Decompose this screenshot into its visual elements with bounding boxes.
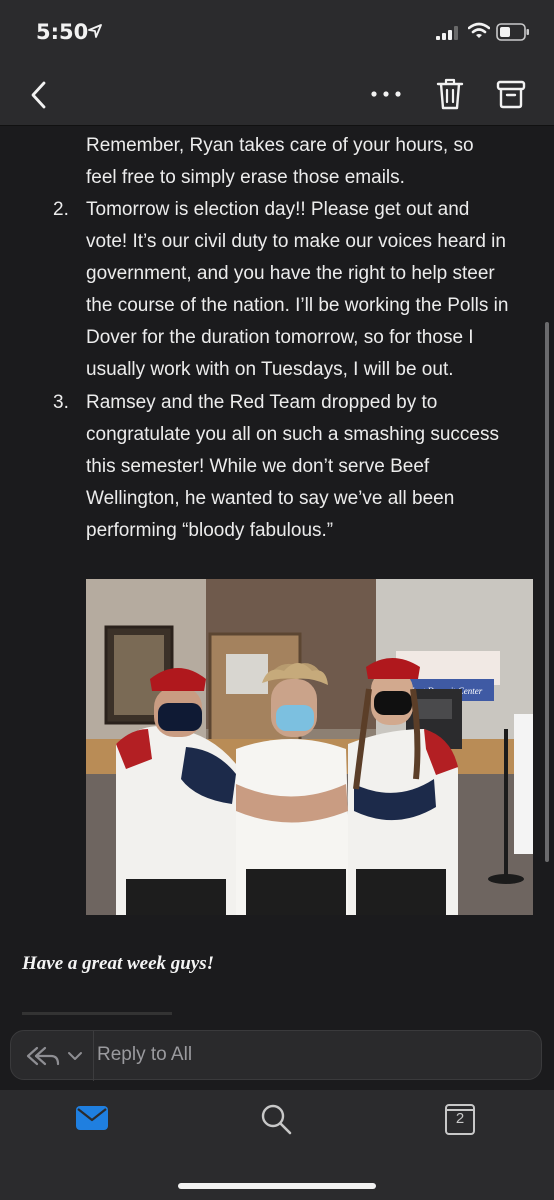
cellular-signal-icon: [436, 26, 458, 40]
list-item-3: Ramsey and the Red Team dropped by to co…: [86, 387, 536, 547]
body-line: usually work with on Tuesdays, I will be…: [86, 359, 454, 380]
ellipsis-icon[interactable]: [368, 84, 404, 104]
body-line: the course of the nation. I’ll be workin…: [86, 295, 509, 316]
list-number: 3.: [53, 392, 69, 413]
body-line: Remember, Ryan takes care of your hours,…: [86, 135, 474, 156]
body-line: Tomorrow is election day!! Please get ou…: [86, 199, 470, 220]
chevron-down-icon[interactable]: [67, 1051, 83, 1061]
list-number: 2.: [53, 199, 69, 220]
search-icon[interactable]: [259, 1102, 293, 1136]
calendar-day: 2: [455, 1110, 465, 1127]
body-line: vote! It’s our civil duty to make our vo…: [86, 231, 506, 252]
email-photo[interactable]: Wildcat Deposit Center: [86, 579, 533, 915]
email-toolbar: [0, 62, 554, 126]
chevron-left-icon[interactable]: [26, 78, 56, 112]
body-line: congratulate you all on such a smashing …: [86, 424, 499, 445]
body-line: Dover for the duration tomorrow, so for …: [86, 327, 474, 348]
body-line: government, and you have the right to he…: [86, 263, 495, 284]
location-arrow-icon: [88, 24, 102, 38]
body-line: Ramsey and the Red Team dropped by to: [86, 392, 438, 413]
trash-icon[interactable]: [434, 76, 466, 112]
reply-divider: [93, 1031, 94, 1081]
list-item-2: Tomorrow is election day!! Please get ou…: [86, 194, 536, 386]
list-item-1-tail: Remember, Ryan takes care of your hours,…: [86, 130, 536, 194]
wifi-icon: [468, 22, 490, 38]
mail-icon[interactable]: [76, 1106, 108, 1130]
reply-bar: Reply to All: [0, 1020, 554, 1090]
reply-all-icon[interactable]: [25, 1045, 61, 1067]
reply-all-field[interactable]: Reply to All: [10, 1030, 542, 1081]
calendar-tab[interactable]: 2: [444, 1102, 476, 1136]
body-line: Wellington, he wanted to say we’ve all b…: [86, 488, 455, 509]
signature-divider: [22, 1012, 172, 1015]
status-time: 5:50: [36, 20, 89, 44]
reply-placeholder[interactable]: Reply to All: [97, 1044, 192, 1066]
archive-icon[interactable]: [494, 77, 528, 111]
home-indicator[interactable]: [178, 1183, 376, 1189]
body-line: this semester! While we don’t serve Beef: [86, 456, 430, 477]
battery-icon: [496, 23, 529, 41]
body-line: feel free to simply erase those emails.: [86, 167, 405, 188]
status-bar: 5:50: [0, 0, 554, 62]
photo-illustration: Wildcat Deposit Center: [86, 579, 533, 915]
body-line: performing “bloody fabulous.”: [86, 520, 334, 541]
email-body: Remember, Ryan takes care of your hours,…: [0, 127, 554, 1020]
scrollbar[interactable]: [545, 322, 549, 862]
closing-text: Have a great week guys!: [22, 953, 215, 974]
